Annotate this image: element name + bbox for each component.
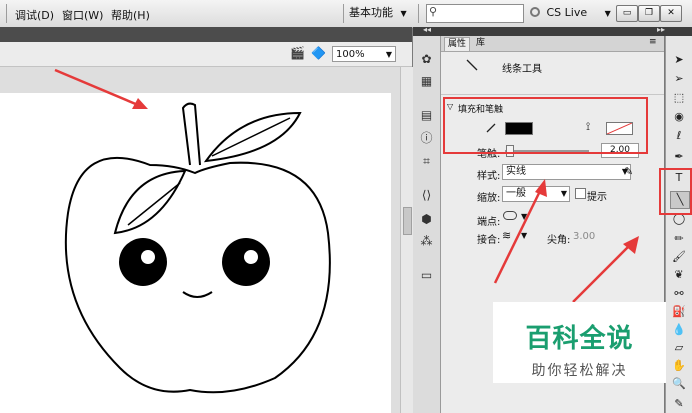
apple-mouth <box>182 291 213 298</box>
expand-arrows-icon[interactable]: ▸▸ <box>657 25 665 34</box>
menu-separator <box>343 4 344 23</box>
swatches-icon[interactable]: ▦ <box>419 74 434 89</box>
annotation-arrow-tool <box>572 236 639 303</box>
panel-dock-header: ◂◂ ▸▸ <box>413 25 692 36</box>
components-icon[interactable]: ⬢ <box>419 212 434 227</box>
info-icon[interactable]: ⓘ <box>419 131 434 146</box>
leaf-left-vein <box>127 182 181 226</box>
apple-body <box>64 156 331 394</box>
edit-scene-icon[interactable]: 🎬 <box>290 46 305 60</box>
annotation-box-fill-stroke <box>443 97 648 154</box>
chevron-down-icon: ▼ <box>604 9 611 18</box>
workspace-label: 基本功能 <box>349 6 393 19</box>
tool-name-label: 线条工具 <box>502 64 542 75</box>
panel-menu-icon[interactable]: ≡ <box>649 37 657 47</box>
restore-icon: ❐ <box>644 8 654 18</box>
close-button[interactable]: ✕ <box>660 5 682 22</box>
collapse-arrows-icon[interactable]: ◂◂ <box>423 25 431 34</box>
eye-left <box>119 238 167 286</box>
code-snippets-icon[interactable]: ⟨⟩ <box>419 188 434 203</box>
library-icon[interactable]: ▭ <box>419 268 434 283</box>
pen-tool-icon[interactable]: ✒ <box>670 149 688 165</box>
document-tab-strip <box>0 27 412 42</box>
cs-live-label: CS Live <box>546 6 588 19</box>
menu-debug[interactable]: 调试(D) <box>15 7 54 23</box>
properties-tab-bar: 属性 库 ≡ <box>441 36 664 52</box>
hint-label: 提示 <box>587 192 607 203</box>
workspace-dropdown[interactable]: 基本功能 ▼ <box>349 3 413 22</box>
search-input[interactable]: ⚲ <box>426 4 524 23</box>
edit-stroke-style-icon[interactable]: ✎ <box>624 165 633 178</box>
cs-live-icon <box>530 7 540 17</box>
menu-separator <box>418 4 419 23</box>
align-icon[interactable]: ▤ <box>419 108 434 123</box>
chevron-down-icon: ▼ <box>385 50 392 59</box>
zoom-value: 100% <box>336 49 365 60</box>
menu-bar: 调试(D) 窗口(W) 帮助(H) 基本功能 ▼ ⚲ CS Live ▼ ▭ ❐… <box>0 0 692 28</box>
3d-rotation-tool-icon[interactable]: ◉ <box>670 109 688 125</box>
zoom-select[interactable]: 100% ▼ <box>332 46 396 62</box>
free-transform-tool-icon[interactable]: ⬚ <box>670 90 688 106</box>
brush-tool-icon[interactable]: 🖌 <box>670 249 688 265</box>
edit-bar: 🎬 🔷 100% ▼ <box>0 42 412 67</box>
bone-tool-icon[interactable]: ⚯ <box>670 286 688 302</box>
hand-tool-icon[interactable]: ✋ <box>670 358 688 374</box>
stage-vertical-scrollbar[interactable] <box>400 67 413 413</box>
edit-symbol-icon[interactable]: 🔷 <box>311 46 326 60</box>
restore-button[interactable]: ❐ <box>638 5 660 22</box>
line-tool-icon <box>466 59 478 71</box>
scrollbar-thumb[interactable] <box>403 207 412 235</box>
chevron-down-icon: ▼ <box>560 189 567 198</box>
tab-properties[interactable]: 属性 <box>444 37 471 51</box>
panel-icon-strip: ✿ ▦ ▤ ⓘ ⌗ ⟨⟩ ⬢ ⁂ ▭ <box>413 36 441 413</box>
stage-canvas[interactable] <box>0 93 391 413</box>
color-wheel-icon[interactable]: ✿ <box>419 52 434 67</box>
tab-library[interactable]: 库 <box>473 37 488 50</box>
close-icon: ✕ <box>667 8 675 18</box>
cs-live-button[interactable]: CS Live ▼ <box>530 4 614 22</box>
apple-stem <box>181 102 201 166</box>
pencil-tool-icon[interactable]: ✏ <box>670 231 688 247</box>
annotation-box-line-tool <box>659 168 692 215</box>
hint-checkbox[interactable] <box>575 188 586 199</box>
eyedropper-tool-icon[interactable]: 💧 <box>670 322 688 338</box>
divider <box>441 94 664 95</box>
motion-presets-icon[interactable]: ⁂ <box>419 234 434 249</box>
menu-separator <box>6 4 7 23</box>
watermark: 百科全说 助你轻松解决 <box>493 302 666 383</box>
paint-bucket-tool-icon[interactable]: ⛽ <box>670 304 688 320</box>
chevron-down-icon: ▼ <box>400 9 407 18</box>
watermark-title: 百科全说 <box>525 324 634 354</box>
menu-window[interactable]: 窗口(W) <box>62 7 103 23</box>
eraser-tool-icon[interactable]: ▱ <box>670 340 688 356</box>
transform-icon[interactable]: ⌗ <box>419 154 434 169</box>
menu-help[interactable]: 帮助(H) <box>111 7 150 23</box>
eye-left-highlight <box>141 250 155 264</box>
deco-tool-icon[interactable]: ❦ <box>670 267 688 283</box>
selection-tool-icon[interactable]: ➤ <box>670 52 688 68</box>
eye-right-highlight <box>244 250 258 264</box>
lasso-tool-icon[interactable]: ℓ <box>670 128 688 144</box>
watermark-subtitle: 助你轻松解决 <box>531 363 628 379</box>
minimize-button[interactable]: ▭ <box>616 5 638 22</box>
subselection-tool-icon[interactable]: ➢ <box>670 71 688 87</box>
zoom-tool-icon[interactable]: 🔍 <box>670 376 688 392</box>
annotation-arrow-stem <box>54 68 148 109</box>
stroke-color-tool-icon[interactable]: ✎ <box>670 396 688 412</box>
leaf-left <box>113 169 187 235</box>
search-icon: ⚲ <box>429 5 438 18</box>
tools-panel: ➤ ➢ ⬚ ◉ ℓ ✒ T ╲ ◯ ✏ 🖌 ❦ ⚯ ⛽ 💧 ▱ ✋ 🔍 ✎ <box>665 36 692 413</box>
annotation-arrow-style <box>493 179 547 284</box>
eye-right <box>222 238 270 286</box>
apple-drawing <box>64 102 331 394</box>
minimize-icon: ▭ <box>622 8 632 18</box>
